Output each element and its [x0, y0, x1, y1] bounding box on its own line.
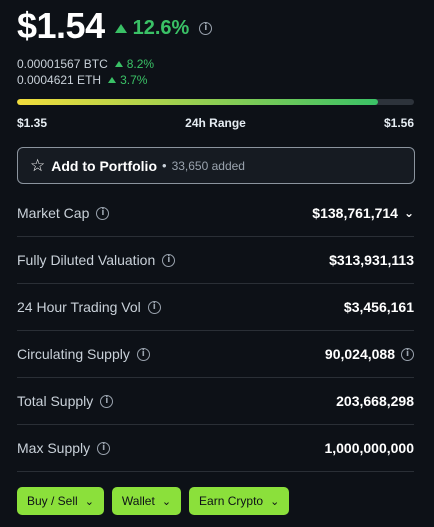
info-icon[interactable]: i: [100, 394, 114, 408]
stat-row-circulating-supply: Circulating Supply i 90,024,088 i: [17, 331, 414, 378]
range-bar: [17, 99, 414, 105]
stat-label: Fully Diluted Valuation i: [17, 252, 176, 268]
stat-label: Max Supply i: [17, 440, 111, 456]
price-change: 12.6% i: [114, 16, 213, 40]
stat-value: 90,024,088 i: [325, 346, 414, 362]
stat-row-market-cap: Market Cap i $138,761,714 ⌄: [17, 190, 414, 237]
chevron-down-icon: ⌄: [161, 494, 172, 508]
stat-label: Market Cap i: [17, 205, 110, 221]
stat-value[interactable]: $138,761,714 ⌄: [312, 205, 414, 221]
eth-change: 3.7%: [120, 73, 148, 87]
info-icon[interactable]: i: [96, 206, 110, 220]
btc-change: 8.2%: [126, 57, 155, 71]
wallet-button[interactable]: Wallet ⌄: [111, 487, 182, 515]
chevron-down-icon[interactable]: ⌄: [404, 206, 414, 220]
stat-label: Total Supply i: [17, 393, 114, 409]
stat-value: $313,931,113: [329, 252, 414, 268]
stat-label: Circulating Supply i: [17, 346, 150, 362]
price-change-percent: 12.6%: [132, 16, 190, 39]
stat-label-text: Total Supply: [17, 393, 94, 409]
stat-value-text: $313,931,113: [329, 252, 414, 268]
chevron-down-icon: ⌄: [270, 494, 280, 508]
stat-value: 1,000,000,000: [324, 440, 414, 456]
stat-value: 203,668,298: [336, 393, 414, 409]
stat-row-max-supply: Max Supply i 1,000,000,000: [17, 425, 414, 472]
range-labels: $1.35 24h Range $1.56: [17, 116, 414, 130]
stat-label-text: Circulating Supply: [17, 346, 130, 362]
info-icon[interactable]: i: [136, 347, 150, 361]
stat-label-text: Market Cap: [17, 205, 90, 221]
stats-list: Market Cap i $138,761,714 ⌄ Fully Dilute…: [17, 190, 414, 472]
stat-label-text: 24 Hour Trading Vol: [17, 299, 141, 315]
separator-dot: •: [162, 158, 167, 173]
up-arrow-icon: [114, 23, 127, 33]
info-icon[interactable]: i: [97, 441, 111, 455]
info-icon[interactable]: i: [147, 300, 161, 314]
portfolio-label: Add to Portfolio: [51, 157, 158, 174]
eth-value: 0.0004621 ETH: [17, 73, 102, 87]
btc-value: 0.00001567 BTC: [17, 57, 108, 71]
stat-value-text: $138,761,714: [312, 205, 398, 221]
add-to-portfolio-button[interactable]: ☆ Add to Portfolio • 33,650 added: [17, 147, 415, 184]
info-icon[interactable]: i: [162, 253, 176, 267]
range-low: $1.35: [17, 116, 48, 130]
stat-value-text: 203,668,298: [336, 393, 414, 409]
stat-label: 24 Hour Trading Vol i: [17, 299, 161, 315]
stat-value-text: 90,024,088: [324, 346, 395, 362]
up-arrow-icon: [114, 61, 123, 67]
action-buttons: Buy / Sell ⌄ Wallet ⌄ Earn Crypto ⌄: [17, 487, 290, 515]
button-label: Earn Crypto: [199, 494, 264, 508]
range-title: 24h Range: [185, 116, 246, 130]
chevron-down-icon: ⌄: [84, 494, 94, 508]
star-icon: ☆: [30, 155, 46, 176]
earn-crypto-button[interactable]: Earn Crypto ⌄: [189, 487, 290, 515]
stat-value-text: $3,456,161: [343, 299, 414, 315]
btc-conversion: 0.00001567 BTC 8.2%: [17, 57, 154, 71]
button-label: Buy / Sell: [27, 494, 78, 508]
info-icon[interactable]: i: [199, 21, 213, 35]
stat-row-total-supply: Total Supply i 203,668,298: [17, 378, 414, 425]
range-bar-fill: [17, 99, 379, 105]
stat-label-text: Max Supply: [17, 440, 91, 456]
price-header: $1.54 12.6% i: [17, 5, 213, 47]
buy-sell-button[interactable]: Buy / Sell ⌄: [17, 487, 104, 515]
eth-conversion: 0.0004621 ETH 3.7%: [17, 73, 147, 87]
stat-value-text: 1,000,000,000: [324, 440, 414, 456]
stat-row-trading-vol: 24 Hour Trading Vol i $3,456,161: [17, 284, 414, 331]
up-arrow-icon: [108, 77, 117, 83]
info-icon[interactable]: i: [401, 347, 414, 361]
stat-value: $3,456,161: [344, 299, 414, 315]
portfolio-count: 33,650 added: [171, 158, 245, 173]
range-high: $1.56: [383, 116, 414, 130]
button-label: Wallet: [121, 494, 155, 508]
stat-label-text: Fully Diluted Valuation: [17, 252, 156, 268]
stat-row-fdv: Fully Diluted Valuation i $313,931,113: [17, 237, 414, 284]
current-price: $1.54: [17, 5, 105, 46]
